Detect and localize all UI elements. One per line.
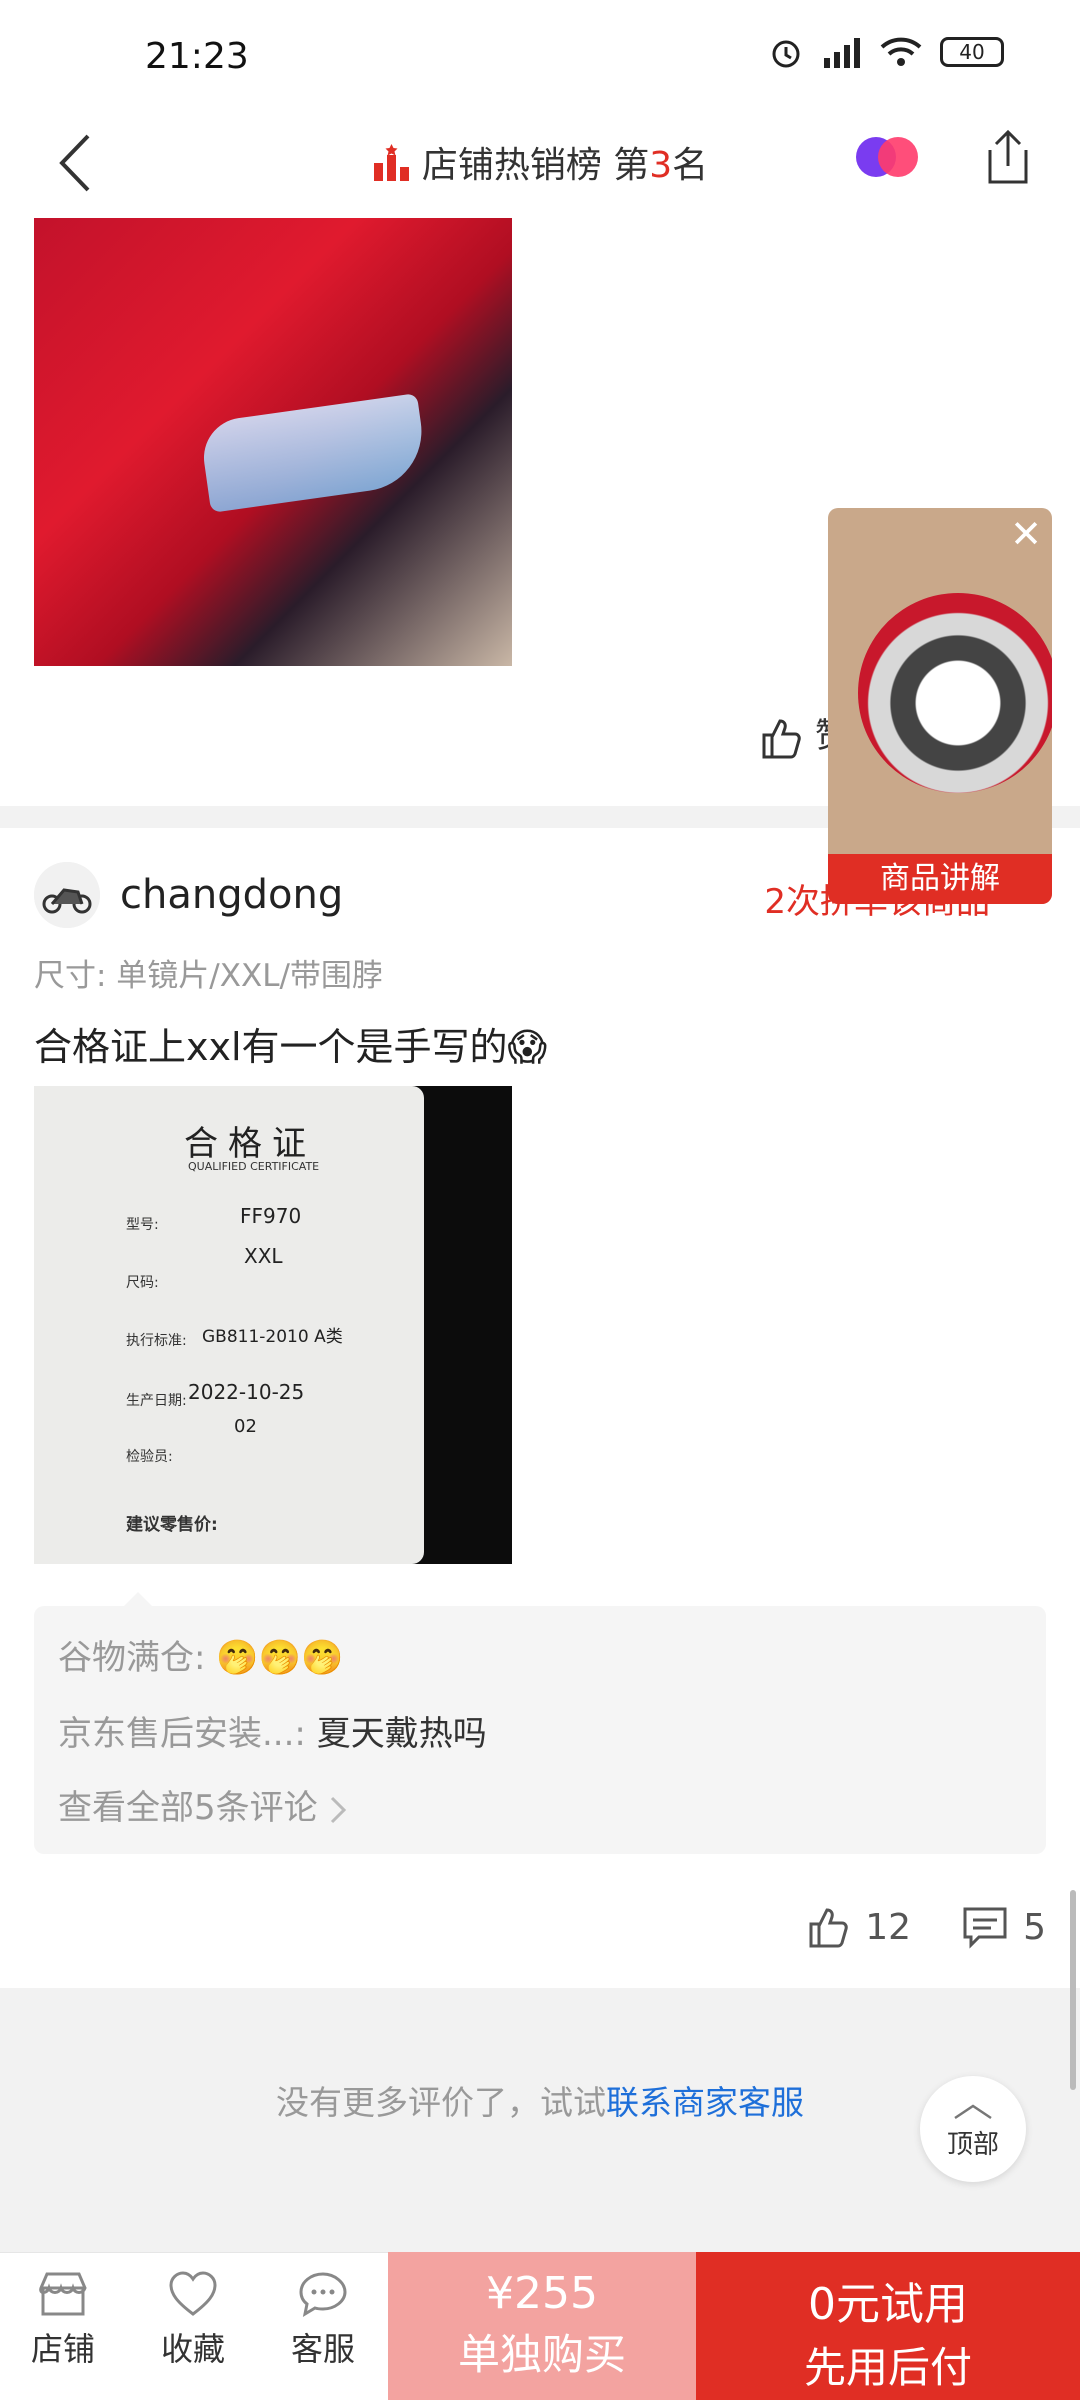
cert-value-standard: GB811-2010 A类 xyxy=(202,1327,343,1347)
comment-count: 5 xyxy=(1023,1906,1046,1948)
back-to-top-button[interactable]: 顶部 xyxy=(920,2076,1026,2182)
certificate-title: 合格证 xyxy=(184,1124,316,1164)
reply-user: 谷物满仓: xyxy=(58,1638,206,1678)
username[interactable]: changdong xyxy=(120,872,343,918)
thumbs-up-icon xyxy=(762,718,801,758)
cert-label-model: 型号: xyxy=(126,1217,159,1233)
title-suffix: 名 xyxy=(672,145,709,186)
chevron-up-icon xyxy=(954,2104,992,2120)
no-more-reviews-note: 没有更多评价了，试试联系商家客服 xyxy=(0,2076,1080,2124)
trial-line1: 0元试用 xyxy=(808,2279,968,2330)
helmet-preview xyxy=(858,593,1052,793)
certificate-subtitle: QUALIFIED CERTIFICATE xyxy=(188,1160,320,1173)
reply-text: 夏天戴热吗 xyxy=(316,1714,487,1754)
battery-icon: 40 xyxy=(940,37,1004,67)
cert-label-standard: 执行标准: xyxy=(126,1333,187,1349)
avatar[interactable] xyxy=(34,862,100,928)
cert-value-date: 2022-10-25 xyxy=(188,1380,305,1404)
buy-alone-button[interactable]: ¥255 单独购买 xyxy=(388,2252,696,2400)
cert-value-inspector: 02 xyxy=(234,1416,257,1437)
cert-label-size: 尺码: xyxy=(126,1275,159,1291)
no-more-text: 没有更多评价了，试试 xyxy=(276,2083,606,2122)
trial-line2: 先用后付 xyxy=(803,2343,972,2392)
reply-item[interactable]: 京东售后安装...: 夏天戴热吗 xyxy=(58,1706,487,1755)
tab-service-label: 客服 xyxy=(290,2330,355,2368)
status-icons: 40 xyxy=(768,34,1004,70)
scrollbar[interactable] xyxy=(1070,1890,1076,2090)
see-all-comments-link[interactable]: 查看全部5条评论 xyxy=(58,1780,348,1829)
signal-icon xyxy=(824,38,860,68)
thumbs-up-icon xyxy=(809,1908,849,1948)
share-icon[interactable] xyxy=(980,126,1036,186)
cert-value-size: XXL xyxy=(244,1244,283,1268)
video-label: 商品讲解 xyxy=(828,854,1052,904)
like-button[interactable]: 12 xyxy=(805,1904,911,1950)
review-text: 合格证上xxl有一个是手写的😱 xyxy=(34,1025,548,1069)
chat-icon xyxy=(299,2272,347,2318)
close-icon[interactable]: ✕ xyxy=(1008,515,1044,553)
contact-merchant-link[interactable]: 联系商家客服 xyxy=(606,2083,804,2122)
reply-item[interactable]: 谷物满仓: 🤭🤭🤭 xyxy=(58,1630,343,1679)
floating-video-player[interactable]: ✕ 商品讲解 xyxy=(828,508,1052,904)
cert-label-inspector: 检验员: xyxy=(126,1449,173,1465)
tab-favorite-label: 收藏 xyxy=(160,2330,225,2368)
tab-favorite[interactable]: 收藏 xyxy=(138,2270,248,2370)
tab-store[interactable]: 店铺 xyxy=(8,2270,118,2370)
store-icon xyxy=(39,2272,87,2316)
status-time: 21:23 xyxy=(145,36,249,77)
cert-label-date: 生产日期: xyxy=(126,1393,187,1409)
solo-label: 单独购买 xyxy=(457,2330,626,2379)
back-to-top-label: 顶部 xyxy=(946,2130,999,2160)
see-all-label: 查看全部5条评论 xyxy=(58,1788,318,1828)
certificate-card: 合格证 QUALIFIED CERTIFICATE 型号: FF970 尺码: … xyxy=(34,1086,424,1564)
tab-store-label: 店铺 xyxy=(30,2330,95,2368)
comment-icon xyxy=(963,1907,1007,1949)
review-photo-certificate[interactable]: 合格证 QUALIFIED CERTIFICATE 型号: FF970 尺码: … xyxy=(34,1086,512,1564)
wifi-icon xyxy=(880,37,922,66)
nav-bar: 店铺热销榜 第3名 xyxy=(0,110,1080,219)
free-trial-button[interactable]: 0元试用 先用后付 xyxy=(696,2252,1080,2400)
reply-user: 京东售后安装...: xyxy=(58,1714,306,1754)
dual-circle-icon[interactable] xyxy=(852,132,922,182)
solo-price: ¥255 xyxy=(486,2268,598,2319)
product-spec: 尺寸: 单镜片/XXL/带围脖 xyxy=(34,958,383,994)
ranking-icon xyxy=(372,143,412,192)
review-photo-helmet-bag[interactable] xyxy=(34,218,512,666)
alarm-icon xyxy=(772,40,800,68)
like-count: 12 xyxy=(865,1906,912,1948)
heart-icon xyxy=(169,2271,217,2316)
title-prefix: 店铺热销榜 第 xyxy=(421,145,650,186)
cert-label-price: 建议零售价: xyxy=(126,1515,218,1535)
reply-text: 🤭🤭🤭 xyxy=(216,1638,344,1678)
chevron-right-icon xyxy=(331,1796,347,1823)
tab-service[interactable]: 客服 xyxy=(268,2270,378,2370)
visor-shape xyxy=(198,393,430,513)
review-stats: 12 5 xyxy=(805,1904,1046,1950)
cert-value-model: FF970 xyxy=(240,1204,302,1228)
comment-button[interactable]: 5 xyxy=(961,1905,1046,1949)
rank-number: 3 xyxy=(649,145,673,186)
